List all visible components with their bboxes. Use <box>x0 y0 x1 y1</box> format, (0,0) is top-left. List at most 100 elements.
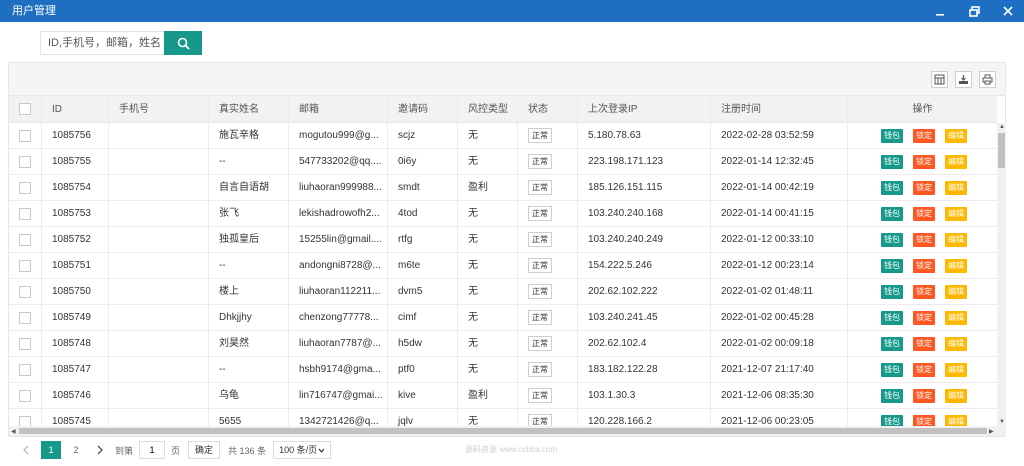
cell-invite-code: dvm5 <box>388 279 458 304</box>
cell-phone <box>109 279 209 304</box>
lock-button[interactable]: 锁定 <box>913 311 935 325</box>
edit-button[interactable]: 编辑 <box>945 207 967 221</box>
restore-icon[interactable] <box>968 5 980 17</box>
row-checkbox[interactable] <box>19 182 31 194</box>
cell-actions: 钱包 锁定 编辑 <box>848 357 997 382</box>
edit-button[interactable]: 编辑 <box>945 389 967 403</box>
goto-confirm-button[interactable]: 确定 <box>188 441 221 459</box>
edit-button[interactable]: 编辑 <box>945 285 967 299</box>
vertical-scrollbar[interactable]: ▲ ▼ <box>997 123 1006 426</box>
row-checkbox[interactable] <box>19 312 31 324</box>
table-row[interactable]: 1085746 乌龟 lin716747@gmai... kive 盈利 正常 103.1.… <box>9 383 997 409</box>
table-panel: ID 手机号 真实姓名 邮箱 邀请码 风控类型 状态 上次登录IP 注册时间 操… <box>8 62 1006 437</box>
header-id[interactable]: ID <box>42 96 109 122</box>
header-invite-code[interactable]: 邀请码 <box>388 96 458 122</box>
table-row[interactable]: 1085753 张飞 lekishadrowofh2... 4tod 无正常 103.24… <box>9 201 997 227</box>
minimize-icon[interactable] <box>934 5 946 17</box>
horizontal-scroll-thumb[interactable] <box>19 428 987 434</box>
lock-button[interactable]: 锁定 <box>913 155 935 169</box>
lock-button[interactable]: 锁定 <box>913 389 935 403</box>
table-row[interactable]: 1085752 独孤皇后 15255lin@gmail.... rtfg 无正常 103.… <box>9 227 997 253</box>
table-row[interactable]: 1085750 楼上 liuhaoran112211... dvm5 无正常 202.62… <box>9 279 997 305</box>
row-checkbox[interactable] <box>19 364 31 376</box>
cell-actions: 钱包 锁定 编辑 <box>848 201 997 226</box>
edit-button[interactable]: 编辑 <box>945 259 967 273</box>
cell-actions: 钱包 锁定 编辑 <box>848 227 997 252</box>
lock-button[interactable]: 锁定 <box>913 337 935 351</box>
lock-button[interactable]: 锁定 <box>913 363 935 377</box>
row-checkbox[interactable] <box>19 234 31 246</box>
wallet-button[interactable]: 钱包 <box>881 233 903 247</box>
header-email[interactable]: 邮箱 <box>289 96 388 122</box>
wallet-button[interactable]: 钱包 <box>881 389 903 403</box>
table-header: ID 手机号 真实姓名 邮箱 邀请码 风控类型 状态 上次登录IP 注册时间 操… <box>9 96 997 123</box>
wallet-button[interactable]: 钱包 <box>881 285 903 299</box>
status-badge: 正常 <box>528 362 552 377</box>
search-input[interactable] <box>40 31 164 55</box>
table-row[interactable]: 1085749 Dhkjjhy chenzong77778... cimf 无正常 103… <box>9 305 997 331</box>
columns-filter-icon[interactable] <box>931 71 948 88</box>
edit-button[interactable]: 编辑 <box>945 337 967 351</box>
wallet-button[interactable]: 钱包 <box>881 129 903 143</box>
wallet-button[interactable]: 钱包 <box>881 337 903 351</box>
table-row[interactable]: 1085754 自言自语胡 liuhaoran999988... smdt 盈利 正常 18… <box>9 175 997 201</box>
table-row[interactable]: 1085751 -- andongni8728@... m6te 无正常 154.222.… <box>9 253 997 279</box>
table-row[interactable]: 1085748 刘昊然 liuhaoran7787@... h5dw 无正常 202.62… <box>9 331 997 357</box>
table-row[interactable]: 1085755 -- 547733202@qq.... 0i6y 无正常 223.198.… <box>9 149 997 175</box>
wallet-button[interactable]: 钱包 <box>881 181 903 195</box>
select-all-checkbox[interactable] <box>19 103 31 115</box>
vertical-scroll-thumb[interactable] <box>998 133 1005 168</box>
header-phone[interactable]: 手机号 <box>109 96 209 122</box>
table-row[interactable]: 1085747 -- hsbh9174@gma... ptf0 无正常 183.182.1… <box>9 357 997 383</box>
wallet-button[interactable]: 钱包 <box>881 311 903 325</box>
row-checkbox[interactable] <box>19 260 31 272</box>
row-checkbox[interactable] <box>19 286 31 298</box>
edit-button[interactable]: 编辑 <box>945 363 967 377</box>
cell-id: 1085749 <box>42 305 109 330</box>
cell-invite-code: h5dw <box>388 331 458 356</box>
header-register-time[interactable]: 注册时间 <box>711 96 848 122</box>
goto-page-input[interactable] <box>139 441 166 459</box>
cell-actions: 钱包 锁定 编辑 <box>848 253 997 278</box>
row-checkbox[interactable] <box>19 156 31 168</box>
lock-button[interactable]: 锁定 <box>913 259 935 273</box>
row-checkbox[interactable] <box>19 390 31 402</box>
wallet-button[interactable]: 钱包 <box>881 259 903 273</box>
edit-button[interactable]: 编辑 <box>945 233 967 247</box>
lock-button[interactable]: 锁定 <box>913 207 935 221</box>
row-checkbox[interactable] <box>19 338 31 350</box>
header-last-login-ip[interactable]: 上次登录IP <box>578 96 711 122</box>
prev-page-icon[interactable] <box>17 441 35 459</box>
row-checkbox[interactable] <box>19 130 31 142</box>
page-2-button[interactable]: 2 <box>67 441 85 459</box>
print-icon[interactable] <box>979 71 996 88</box>
cell-invite-code: smdt <box>388 175 458 200</box>
close-icon[interactable] <box>1002 5 1014 17</box>
page-size-select[interactable]: 100 条/页 <box>273 441 332 459</box>
edit-button[interactable]: 编辑 <box>945 311 967 325</box>
header-name[interactable]: 真实姓名 <box>209 96 289 122</box>
edit-button[interactable]: 编辑 <box>945 129 967 143</box>
cell-phone <box>109 123 209 148</box>
wallet-button[interactable]: 钱包 <box>881 363 903 377</box>
lock-button[interactable]: 锁定 <box>913 181 935 195</box>
horizontal-scrollbar[interactable]: ◀ ▶ <box>9 426 1006 436</box>
lock-button[interactable]: 锁定 <box>913 129 935 143</box>
wallet-button[interactable]: 钱包 <box>881 155 903 169</box>
search-button[interactable] <box>164 31 202 55</box>
lock-button[interactable]: 锁定 <box>913 233 935 247</box>
header-risk-type[interactable]: 风控类型 <box>458 96 518 122</box>
wallet-button[interactable]: 钱包 <box>881 207 903 221</box>
table-row[interactable]: 1085756 施瓦辛格 mogutou999@g... scjz 无正常 5.180.7… <box>9 123 997 149</box>
page-1-button[interactable]: 1 <box>41 441 61 459</box>
cell-actions: 钱包 锁定 编辑 <box>848 175 997 200</box>
cell-register-time: 2022-02-28 03:52:59 <box>711 123 848 148</box>
export-icon[interactable] <box>955 71 972 88</box>
header-status[interactable]: 状态 <box>518 96 578 122</box>
next-page-icon[interactable] <box>91 441 109 459</box>
edit-button[interactable]: 编辑 <box>945 155 967 169</box>
lock-button[interactable]: 锁定 <box>913 285 935 299</box>
row-checkbox[interactable] <box>19 208 31 220</box>
edit-button[interactable]: 编辑 <box>945 181 967 195</box>
cell-risk-type: 盈利 <box>458 383 518 408</box>
